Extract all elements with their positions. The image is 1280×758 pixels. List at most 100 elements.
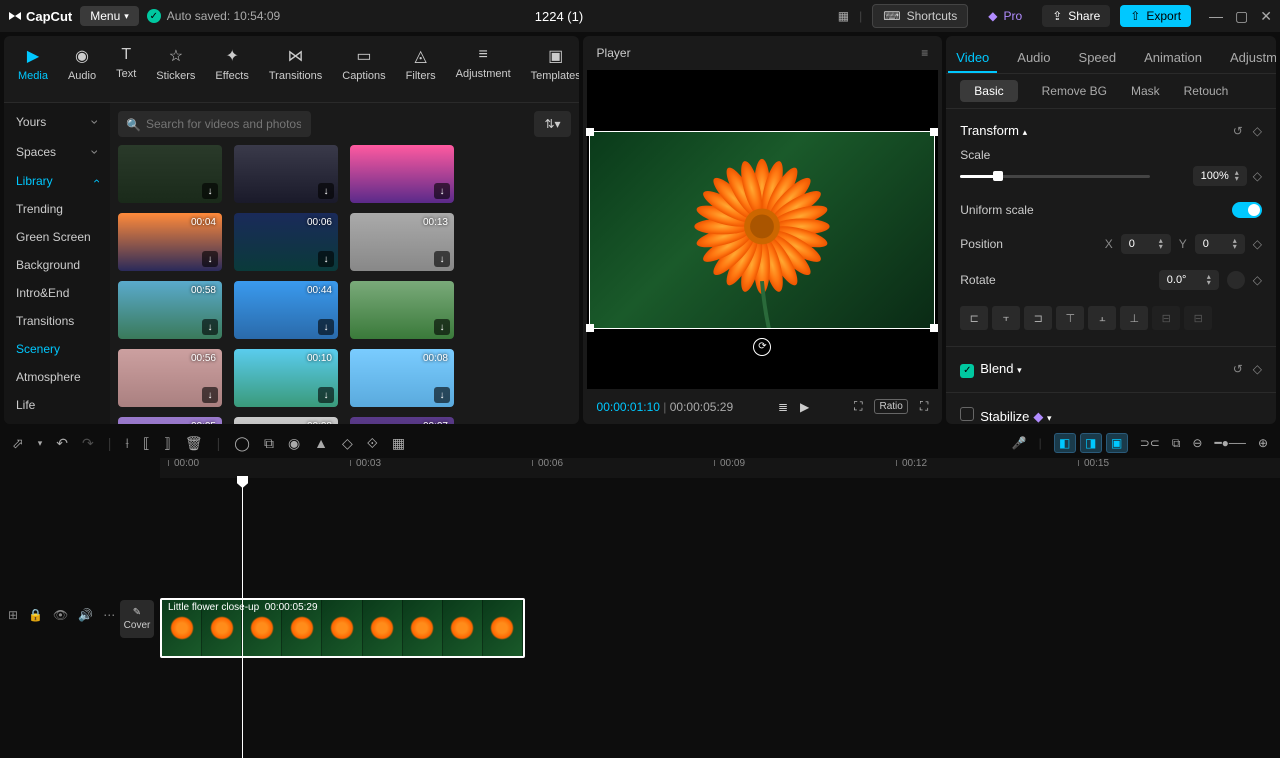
player-viewport[interactable]: ⟳	[587, 70, 939, 389]
media-thumbnail[interactable]: 00:10↓	[234, 349, 338, 407]
sub-tab-mask[interactable]: Mask	[1131, 84, 1160, 98]
tab-audio[interactable]: ◉Audio	[58, 42, 106, 96]
preview-frame[interactable]: ⟳	[589, 131, 935, 329]
track-settings-icon[interactable]: ⊞	[8, 608, 18, 622]
trim-right-tool[interactable]: ⟧	[164, 435, 171, 452]
redo-button[interactable]: ↷	[82, 435, 94, 452]
list-icon[interactable]: ≣	[778, 400, 788, 414]
minimize-button[interactable]: —	[1209, 8, 1223, 25]
track-more-icon[interactable]: ⋯	[103, 608, 115, 622]
sidebar-item-transitions[interactable]: Transitions	[4, 307, 110, 335]
sidebar-item-yours[interactable]: Yours	[4, 107, 110, 137]
mirror-tool[interactable]: ▲	[314, 435, 328, 451]
uniform-scale-toggle[interactable]	[1232, 202, 1262, 218]
media-thumbnail[interactable]: ↓	[234, 145, 338, 203]
focus-icon[interactable]: ⛶	[854, 399, 862, 414]
stabilize-header[interactable]: Stabilize◆ ▾	[960, 407, 1051, 425]
media-thumbnail[interactable]: ↓	[350, 145, 454, 203]
video-clip[interactable]: Little flower close-up 00:00:05:29	[160, 598, 525, 658]
media-thumbnail[interactable]: 00:04↓	[118, 213, 222, 271]
distribute-v[interactable]: ⊟	[1184, 306, 1212, 330]
align-center-v[interactable]: ⫠	[1088, 306, 1116, 330]
track-view-1[interactable]: ◧	[1054, 433, 1076, 453]
prop-tab-speed[interactable]: Speed	[1071, 44, 1125, 73]
download-icon[interactable]: ↓	[434, 319, 450, 335]
close-button[interactable]: ✕	[1260, 8, 1272, 25]
position-x-input[interactable]: 0▴▾	[1121, 234, 1171, 254]
sort-button[interactable]: ⇅▾	[534, 111, 570, 137]
prop-tab-video[interactable]: Video	[948, 44, 997, 73]
align-top[interactable]: ⊤	[1056, 306, 1084, 330]
reset-icon[interactable]: ↺	[1233, 362, 1243, 376]
tab-stickers[interactable]: ☆Stickers	[146, 42, 205, 96]
media-thumbnail[interactable]: 00:06↓	[234, 213, 338, 271]
tab-media[interactable]: ▶Media	[8, 42, 58, 96]
track-view-3[interactable]: ▣	[1106, 433, 1128, 453]
trim-left-tool[interactable]: ⟦	[143, 435, 150, 452]
sidebar-item-introend[interactable]: Intro&End	[4, 279, 110, 307]
download-icon[interactable]: ↓	[434, 251, 450, 267]
sidebar-item-scenery[interactable]: Scenery	[4, 335, 110, 363]
download-icon[interactable]: ↓	[202, 251, 218, 267]
media-thumbnail[interactable]: 00:44↓	[234, 281, 338, 339]
download-icon[interactable]: ↓	[318, 319, 334, 335]
player-menu-icon[interactable]: ≡	[921, 46, 928, 60]
media-thumbnail[interactable]: 00:56↓	[118, 349, 222, 407]
copy-tool[interactable]: ⧉	[264, 435, 274, 452]
sidebar-item-greenscreen[interactable]: Green Screen	[4, 223, 110, 251]
media-thumbnail[interactable]: 00:08↓	[234, 417, 338, 424]
prop-tab-animation[interactable]: Animation	[1136, 44, 1210, 73]
sidebar-item-spaces[interactable]: Spaces	[4, 137, 110, 167]
download-icon[interactable]: ↓	[202, 183, 218, 199]
download-icon[interactable]: ↓	[318, 387, 334, 403]
fullscreen-icon[interactable]: ⛶	[920, 399, 928, 414]
align-left[interactable]: ⊏	[960, 306, 988, 330]
zoom-out[interactable]: ⊖	[1192, 436, 1202, 450]
sidebar-item-trending[interactable]: Trending	[4, 195, 110, 223]
tab-templates[interactable]: ▣Templates	[521, 42, 579, 96]
align-right[interactable]: ⊐	[1024, 306, 1052, 330]
transform-header[interactable]: Transform ▴	[960, 123, 1027, 138]
stabilize-checkbox[interactable]	[960, 407, 974, 421]
timeline-ruler[interactable]: 00:00 00:03 00:06 00:09 00:12 00:15	[160, 458, 1280, 478]
prop-tab-audio[interactable]: Audio	[1009, 44, 1058, 73]
download-icon[interactable]: ↓	[434, 387, 450, 403]
delete-tool[interactable]: 🗑	[185, 435, 203, 452]
undo-button[interactable]: ↶	[56, 435, 68, 452]
download-icon[interactable]: ↓	[434, 183, 450, 199]
download-icon[interactable]: ↓	[202, 387, 218, 403]
rotate-tool[interactable]: ◇	[342, 435, 353, 452]
align-bottom[interactable]: ⊥	[1120, 306, 1148, 330]
blend-checkbox[interactable]: ✓	[960, 364, 974, 378]
keyframe-icon[interactable]: ◇	[1253, 237, 1262, 251]
playhead[interactable]	[242, 478, 243, 758]
sub-tab-removebg[interactable]: Remove BG	[1042, 84, 1107, 98]
cursor-dropdown[interactable]: ▾	[38, 438, 43, 449]
tab-effects[interactable]: ✦Effects	[205, 42, 258, 96]
export-button[interactable]: ⇧ Export	[1120, 5, 1191, 27]
track-visibility-icon[interactable]: 👁	[53, 608, 68, 622]
ratio-button[interactable]: Ratio	[874, 399, 907, 414]
download-icon[interactable]: ↓	[318, 183, 334, 199]
sidebar-item-atmosphere[interactable]: Atmosphere	[4, 363, 110, 391]
track-mute-icon[interactable]: 🔊	[78, 608, 93, 622]
media-thumbnail[interactable]: 00:58↓	[118, 281, 222, 339]
download-icon[interactable]: ↓	[318, 251, 334, 267]
position-y-input[interactable]: 0▴▾	[1195, 234, 1245, 254]
split-tool[interactable]: ⟊	[125, 435, 129, 452]
shortcuts-button[interactable]: ⌨ Shortcuts	[872, 4, 968, 28]
tab-captions[interactable]: ▭Captions	[332, 42, 395, 96]
zoom-slider[interactable]: ━●──	[1214, 436, 1245, 450]
cursor-tool[interactable]: ⬀	[12, 435, 24, 452]
zoom-in[interactable]: ⊕	[1258, 436, 1268, 450]
track-lock-icon[interactable]: 🔒	[28, 608, 43, 622]
play-button[interactable]: ▶	[800, 400, 809, 414]
reset-icon[interactable]: ↺	[1233, 124, 1243, 138]
tab-text[interactable]: TText	[106, 42, 146, 96]
share-button[interactable]: ⇪ Share	[1042, 5, 1110, 27]
menu-button[interactable]: Menu▾	[80, 6, 139, 26]
scale-slider[interactable]	[960, 175, 1150, 178]
download-icon[interactable]: ↓	[202, 319, 218, 335]
sub-tab-basic[interactable]: Basic	[960, 80, 1017, 102]
freeze-tool[interactable]: ▦	[392, 435, 405, 452]
